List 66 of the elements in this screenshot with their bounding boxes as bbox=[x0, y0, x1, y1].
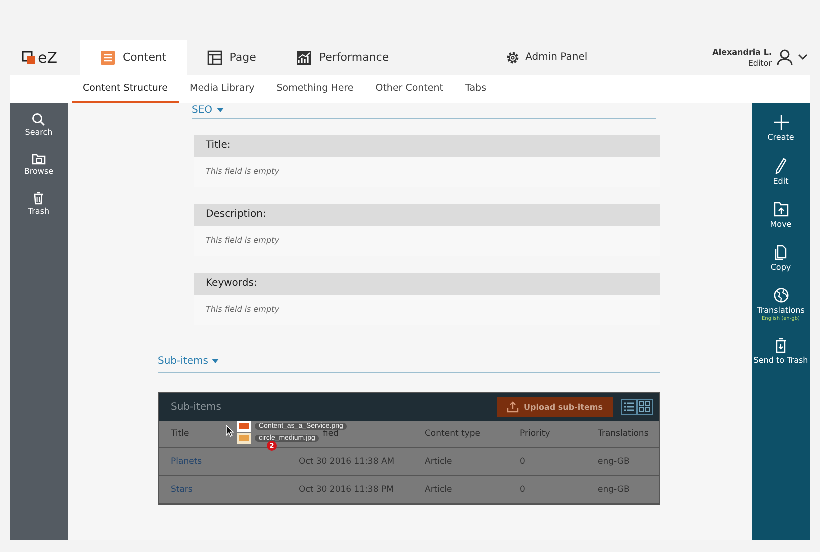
image-thumbnail-icon bbox=[237, 421, 251, 432]
trash-icon bbox=[33, 192, 44, 205]
caret-icon bbox=[212, 358, 220, 364]
nav-tab[interactable]: Page bbox=[186, 40, 276, 75]
field-value: This field is empty bbox=[205, 166, 280, 178]
table-cell: eng-GB bbox=[598, 484, 630, 494]
caret-icon bbox=[216, 108, 224, 113]
section-toggle[interactable]: SEO bbox=[192, 103, 656, 119]
sidebar-button[interactable]: Trash bbox=[28, 192, 50, 216]
logo-icon bbox=[22, 50, 36, 64]
field-value: This field is empty bbox=[205, 235, 280, 247]
table-cell: Oct 30 2016 11:38 PM bbox=[299, 484, 394, 494]
nav-tab[interactable]: Content bbox=[80, 40, 187, 75]
upload-icon bbox=[507, 401, 520, 413]
nav-tab[interactable]: Performance bbox=[276, 40, 410, 75]
plus-icon bbox=[774, 115, 788, 130]
cursor-icon bbox=[226, 425, 234, 437]
field-label: Keywords: bbox=[194, 273, 660, 295]
sidebar-button[interactable]: Search bbox=[25, 113, 53, 137]
grid-view-icon[interactable] bbox=[637, 399, 653, 415]
logo-text: eZ bbox=[38, 48, 58, 66]
chart-icon bbox=[296, 50, 312, 66]
trash-icon bbox=[775, 338, 787, 353]
subnav-tab[interactable]: Media Library bbox=[179, 75, 266, 103]
column-header: Content type bbox=[425, 429, 480, 439]
globe-icon bbox=[774, 288, 788, 303]
sidebar-button[interactable]: Browse bbox=[24, 153, 54, 176]
column-header: Translations bbox=[598, 429, 649, 439]
chevron-down-icon[interactable] bbox=[798, 54, 808, 61]
table-cell: 0 bbox=[520, 484, 526, 494]
table-cell: eng-GB bbox=[598, 456, 630, 466]
image-thumbnail-icon bbox=[237, 433, 251, 444]
section-toggle[interactable]: Sub-items bbox=[158, 350, 660, 373]
action-button[interactable]: Create bbox=[753, 115, 809, 142]
action-button[interactable]: Send to Trash bbox=[753, 338, 809, 365]
subnav-tab[interactable]: Tabs bbox=[454, 75, 498, 103]
panel-title: Sub-items bbox=[171, 402, 222, 412]
column-header: Priority bbox=[520, 429, 550, 439]
upload-button[interactable]: Upload sub-items bbox=[497, 397, 613, 417]
subnav-tab[interactable]: Other Content bbox=[364, 75, 454, 103]
table-cell: 0 bbox=[520, 456, 526, 466]
search-icon bbox=[32, 113, 46, 126]
table-cell: Article bbox=[425, 484, 452, 494]
user-name: Alexandria L. bbox=[712, 46, 772, 58]
copy-icon bbox=[775, 245, 787, 260]
action-button[interactable]: Copy bbox=[753, 245, 809, 272]
field-label: Title: bbox=[194, 135, 660, 157]
field-label: Description: bbox=[194, 204, 660, 226]
folder-icon bbox=[32, 153, 46, 165]
action-button[interactable]: Move bbox=[753, 202, 809, 229]
table-cell: Article bbox=[425, 456, 452, 466]
field-value: This field is empty bbox=[205, 304, 280, 316]
column-header: Title bbox=[171, 429, 190, 439]
admin-panel-link[interactable]: Admin Panel bbox=[506, 50, 588, 64]
folder-upload-icon bbox=[774, 202, 788, 217]
pencil-icon bbox=[775, 158, 787, 174]
user-icon[interactable] bbox=[777, 49, 793, 66]
list-view-icon[interactable] bbox=[621, 399, 637, 415]
user-role: Editor bbox=[748, 58, 772, 68]
column-header: fied bbox=[323, 429, 339, 439]
table-cell: Oct 30 2016 11:38 AM bbox=[299, 456, 395, 466]
document-icon bbox=[100, 50, 116, 66]
layout-icon bbox=[206, 50, 223, 66]
action-button[interactable]: Edit bbox=[753, 158, 809, 186]
subnav-tab[interactable]: Something Here bbox=[266, 75, 365, 103]
gear-icon bbox=[506, 50, 520, 64]
